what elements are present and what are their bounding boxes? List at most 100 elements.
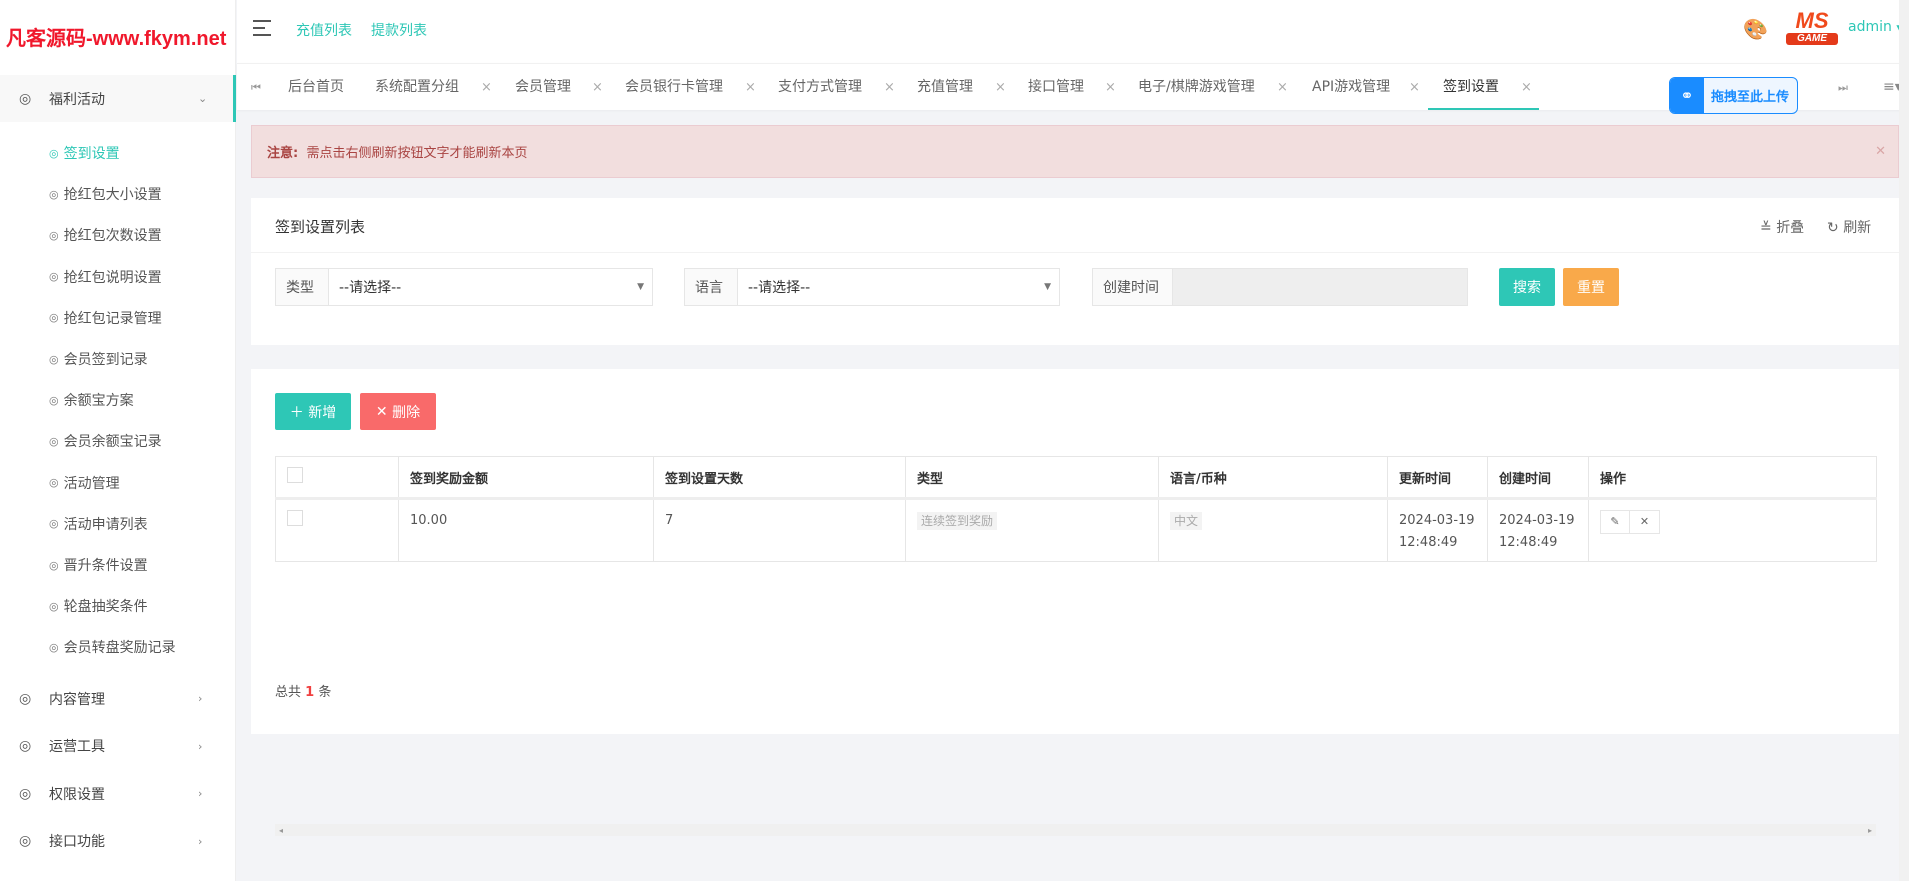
cloud-icon: ⚭ (1670, 78, 1704, 113)
tab-close-icon[interactable]: × (1277, 64, 1288, 111)
tab[interactable]: 签到设置 (1443, 64, 1499, 111)
tab[interactable]: 系统配置分组 (375, 64, 459, 111)
col-language[interactable]: 语言/币种 (1158, 456, 1388, 500)
add-label: 新增 (308, 404, 337, 421)
delete-label: 删除 (392, 404, 421, 421)
sidebar-item[interactable]: ◎ 活动管理 (49, 468, 120, 498)
language-value: --请选择-- (748, 280, 811, 296)
tab-close-icon[interactable]: × (592, 64, 603, 111)
tab[interactable]: 接口管理 (1028, 64, 1084, 111)
updated-date: 2024-03-19 (1399, 513, 1475, 528)
select-all-checkbox[interactable] (287, 467, 303, 483)
username: admin (1848, 19, 1892, 35)
circle-icon: ◎ (19, 738, 32, 754)
sidebar-item[interactable]: ◎ 活动申请列表 (49, 509, 148, 539)
delete-button[interactable]: ✕ 删除 (360, 393, 436, 430)
col-actions: 操作 (1588, 456, 1877, 500)
search-button[interactable]: 搜索 (1499, 268, 1555, 306)
row-checkbox[interactable] (287, 510, 303, 526)
tab-close-icon[interactable]: × (884, 64, 895, 111)
sidebar-item[interactable]: ◎ 轮盘抽奖条件 (49, 591, 148, 621)
circle-icon: ◎ (49, 558, 59, 572)
circle-icon: ◎ (49, 476, 59, 490)
sidebar-item[interactable]: ◎ 抢红包记录管理 (49, 303, 162, 333)
double-chevron-icon: ≚ (1760, 220, 1772, 236)
sidebar-group[interactable]: ◎ 接口功能 › (0, 818, 236, 865)
circle-icon: ◎ (19, 690, 32, 707)
delete-row-icon[interactable]: ✕ (1630, 511, 1659, 533)
reset-button[interactable]: 重置 (1563, 268, 1619, 306)
create-time-input[interactable] (1173, 269, 1467, 305)
col-created[interactable]: 创建时间 (1487, 456, 1589, 500)
sidebar-item[interactable]: ◎ 抢红包大小设置 (49, 179, 162, 209)
user-menu[interactable]: admin ▼ (1848, 19, 1903, 35)
scroll-right-icon[interactable]: ⏭ (1838, 64, 1848, 111)
add-button[interactable]: ＋ 新增 (275, 393, 351, 430)
sidebar-group-welfare[interactable]: ◎ 福利活动 ⌄ (0, 75, 236, 122)
tab-close-icon[interactable]: × (995, 64, 1006, 111)
sidebar-group[interactable]: ◎ 运营工具 › (0, 723, 236, 770)
palette-icon[interactable]: 🎨 (1743, 17, 1768, 41)
chevron-right-icon: › (198, 692, 203, 705)
sidebar-item[interactable]: ◎ 抢红包次数设置 (49, 220, 162, 250)
tab[interactable]: 支付方式管理 (778, 64, 862, 111)
alert-prefix: 注意: (267, 146, 299, 161)
sidebar-item[interactable]: ◎ 会员余额宝记录 (49, 426, 162, 456)
tab-close-icon[interactable]: × (1105, 64, 1116, 111)
type-tag: 连续签到奖励 (917, 512, 998, 530)
menu-toggle-icon[interactable] (253, 20, 271, 36)
tab[interactable]: 会员银行卡管理 (625, 64, 723, 111)
sidebar-item[interactable]: ◎ 会员转盘奖励记录 (49, 632, 176, 662)
collapse-label: 折叠 (1776, 220, 1805, 236)
sidebar-item[interactable]: ◎ 余额宝方案 (49, 385, 134, 415)
sidebar-item-label: 余额宝方案 (63, 393, 134, 410)
withdraw-list-link[interactable]: 提款列表 (371, 20, 427, 40)
tab-close-icon[interactable]: × (1521, 64, 1532, 111)
top-header: 充值列表 提款列表 🎨 MSGAME admin ▼ (237, 0, 1909, 63)
vertical-scrollbar[interactable] (1899, 0, 1909, 881)
recharge-list-link[interactable]: 充值列表 (296, 20, 352, 40)
circle-icon: ◎ (49, 228, 59, 242)
sidebar-group[interactable]: ◎ 内容管理 › (0, 675, 236, 722)
create-time-filter: 创建时间 (1092, 268, 1468, 306)
upload-label: 拖拽至此上传 (1711, 90, 1790, 105)
col-type[interactable]: 类型 (905, 456, 1159, 500)
col-days[interactable]: 签到设置天数 (653, 456, 906, 500)
col-updated[interactable]: 更新时间 (1387, 456, 1488, 500)
upload-drop-button[interactable]: ⚭ 拖拽至此上传 (1669, 77, 1798, 114)
tab-close-icon[interactable]: × (481, 64, 492, 111)
sidebar-item-label: 抢红包说明设置 (63, 269, 162, 286)
refresh-button[interactable]: ↻ 刷新 (1827, 217, 1871, 237)
horizontal-scrollbar[interactable]: ◂ ▸ (275, 824, 1876, 836)
circle-icon: ◎ (19, 785, 32, 802)
sidebar-item[interactable]: ◎ 晋升条件设置 (49, 550, 148, 580)
type-select[interactable]: 类型 --请选择-- ▼ (275, 268, 653, 306)
circle-icon: ◎ (49, 434, 59, 448)
created-date: 2024-03-19 (1499, 513, 1575, 528)
close-icon[interactable]: ✕ (1875, 144, 1886, 159)
total-number: 1 (305, 685, 315, 700)
tab[interactable]: 充值管理 (917, 64, 973, 111)
group-label: 运营工具 (49, 739, 105, 755)
tab-close-icon[interactable]: × (1409, 64, 1420, 111)
caret-down-icon: ▼ (1044, 282, 1051, 292)
tab[interactable]: 电子/棋牌游戏管理 (1138, 64, 1255, 111)
tab[interactable]: 会员管理 (515, 64, 571, 111)
scroll-left-icon[interactable]: ⏮ (251, 64, 261, 111)
sidebar-item[interactable]: ◎ 签到设置 (49, 138, 120, 168)
collapse-button[interactable]: ≚ 折叠 (1760, 217, 1804, 237)
language-select[interactable]: 语言 --请选择-- ▼ (684, 268, 1060, 306)
sidebar-item[interactable]: ◎ 抢红包说明设置 (49, 262, 162, 292)
checkin-table: 签到奖励金额 签到设置天数 类型 语言/币种 更新时间 创建时间 操作 10.0… (275, 456, 1877, 562)
sidebar-item-label: 会员余额宝记录 (63, 434, 162, 451)
tab[interactable]: 后台首页 (288, 64, 344, 111)
sidebar-group[interactable]: ◎ 权限设置 › (0, 770, 236, 817)
tab[interactable]: API游戏管理 (1312, 64, 1390, 111)
group-label: 权限设置 (49, 786, 105, 803)
sidebar-item-label: 活动管理 (63, 475, 120, 492)
edit-icon[interactable]: ✎ (1601, 511, 1630, 533)
tab-close-icon[interactable]: × (745, 64, 756, 111)
col-amount[interactable]: 签到奖励金额 (398, 456, 654, 500)
x-icon: ✕ (375, 403, 388, 420)
sidebar-item[interactable]: ◎ 会员签到记录 (49, 344, 148, 374)
